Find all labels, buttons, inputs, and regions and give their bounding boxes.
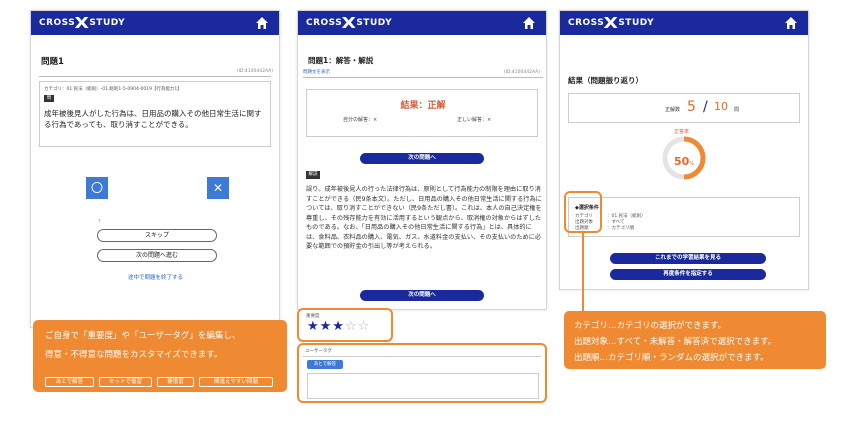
score-unit: 問 <box>734 107 740 113</box>
logo-x-mark: X <box>74 13 90 32</box>
question-text: 成年被後見人がした行為は、日用品の購入その他日常生活に関する行為であっても、取り… <box>44 109 262 129</box>
user-tag-area[interactable] <box>307 373 539 399</box>
logo-text-right: STUDY <box>618 18 655 28</box>
stage: CROSS X STUDY 問題1 (ID:4100442AA) カテゴリ：01… <box>0 0 845 422</box>
chip-answer-later: あとで解答 <box>45 377 94 387</box>
app-header: CROSS X STUDY <box>298 11 546 35</box>
logo-x-mark: X <box>341 13 357 32</box>
callout-right-line-2: 出題対象…すべて・未解答・解答済で選択できます。 <box>574 337 777 347</box>
next-question-button-bottom[interactable]: 次の問題へ <box>360 290 484 301</box>
home-icon[interactable] <box>522 16 536 30</box>
next-question-button-top[interactable]: 次の問題へ <box>360 153 484 164</box>
condition-callout: カテゴリ…カテゴリの選択ができます。 出題対象…すべて・未解答・解答済で選択でき… <box>564 311 826 369</box>
app-logo[interactable]: CROSS X STUDY <box>39 13 126 32</box>
question-box: カテゴリ：01.民法（総則）-01.総則1-5-0904-0019【行為能力1】… <box>39 81 271 147</box>
question-id: (ID:4100442AA) <box>503 70 540 75</box>
score-value: 5 <box>687 99 696 115</box>
rate-value: 50 <box>673 155 690 168</box>
app-logo[interactable]: CROSS X STUDY <box>568 13 655 32</box>
logo-x-mark: X <box>603 13 619 32</box>
chip-set-review: セットで復習 <box>99 377 152 387</box>
score-box: 正解数 5 / 10 問 <box>568 93 800 123</box>
question-tag: 問 <box>44 95 54 102</box>
explanation-text: 誤り。成年被後見人の行った法律行為は、原則として行為能力の制限を理由に取り消すこ… <box>306 186 542 250</box>
importance-stars[interactable]: ★★★☆☆ <box>307 319 370 334</box>
redo-conditions-button[interactable]: 再度条件を指定する <box>610 269 766 280</box>
page-title: 結果（問題振り返り） <box>568 76 643 85</box>
callout-line-1: ご自身で「重要度」や「ユーザータグ」を編集し、 <box>45 331 241 341</box>
rate-unit: % <box>689 161 695 167</box>
app-header: CROSS X STUDY <box>31 11 279 35</box>
logo-text-right: STUDY <box>89 18 126 28</box>
customize-callout: ご自身で「重要度」や「ユーザータグ」を編集し、 得意・不得意な問題をカスタマイズ… <box>33 320 287 392</box>
importance-highlight: 重要度 ★★★☆☆ <box>297 308 393 342</box>
condition-highlight <box>564 191 602 233</box>
chip-error-prone: 間違えやすい問題 <box>199 377 273 387</box>
category-text: カテゴリ：01.民法（総則）-01.総則1-5-0904-0019【行為能力1】 <box>44 87 182 92</box>
user-tag-label: ユーザータグ <box>305 349 332 354</box>
answer-o-button[interactable]: 〇 <box>86 177 108 199</box>
score-label: 正解数 <box>665 107 681 113</box>
score-slash: / <box>703 99 708 115</box>
condition-box: ◆選択条件 カテゴリ ：01.民法（総則） 出題対象 ：すべて 出題順 ：カテゴ… <box>568 197 800 237</box>
page-title: 問題1 <box>41 57 64 67</box>
page-title: 問題1：解答・解説 <box>308 56 374 65</box>
rate-text: 50% <box>661 150 707 169</box>
callout-connector <box>582 233 584 311</box>
title-divider <box>39 76 271 77</box>
chip-need-review: 要復習 <box>157 377 194 387</box>
quit-link[interactable]: 途中で問題を終了する <box>128 273 183 281</box>
callout-right-line-1: カテゴリ…カテゴリの選択ができます。 <box>574 321 727 331</box>
callout-right-line-3: 出題順…カテゴリ順・ランダムの選択ができます。 <box>574 353 769 363</box>
home-icon[interactable] <box>784 16 798 30</box>
your-answer: 自分の解答：× <box>343 117 378 123</box>
next-question-button[interactable]: 次の問題へ進む <box>97 249 217 262</box>
show-question-link[interactable]: 問題文を表示 <box>303 69 330 75</box>
logo-text-left: CROSS <box>306 18 343 28</box>
cond-val-order: ：カテゴリ順 <box>607 226 634 231</box>
history-button[interactable]: これまでの学習結果を見る <box>610 253 766 264</box>
logo-text-left: CROSS <box>568 18 605 28</box>
result-text: 結果：正解 <box>400 101 446 111</box>
help-icon[interactable]: ? <box>98 219 101 225</box>
star-empty-icon[interactable]: ☆☆ <box>345 319 370 334</box>
rate-label: 正答率 <box>674 129 690 135</box>
skip-button[interactable]: スキップ <box>97 229 217 242</box>
callout-line-2: 得意・不得意な問題をカスタマイズできます。 <box>45 350 223 360</box>
home-icon[interactable] <box>255 16 269 30</box>
answer-screen: CROSS X STUDY 問題1：解答・解説 問題文を表示 (ID:41004… <box>297 10 547 310</box>
result-screen: CROSS X STUDY 結果（問題振り返り） 正解数 5 / 10 問 正答… <box>559 10 809 290</box>
logo-text-right: STUDY <box>356 18 393 28</box>
user-tag-chip[interactable]: あとで解答 <box>307 360 343 369</box>
result-box: 結果：正解 自分の解答：× 正しい解答：× <box>306 89 538 137</box>
question-screen: CROSS X STUDY 問題1 (ID:4100442AA) カテゴリ：01… <box>30 10 280 328</box>
star-filled-icon[interactable]: ★★★ <box>307 319 345 334</box>
question-id: (ID:4100442AA) <box>236 69 273 74</box>
explanation-tag: 解説 <box>306 171 320 179</box>
logo-text-left: CROSS <box>39 18 76 28</box>
user-tag-highlight: ユーザータグ あとで解答 <box>297 343 547 403</box>
user-tag-divider <box>303 356 541 357</box>
app-header: CROSS X STUDY <box>560 11 808 35</box>
app-logo[interactable]: CROSS X STUDY <box>306 13 393 32</box>
answer-x-button[interactable]: ✕ <box>207 177 229 199</box>
title-divider <box>303 77 543 78</box>
correct-answer: 正しい解答：× <box>457 117 492 123</box>
score-total: 10 <box>714 100 728 113</box>
